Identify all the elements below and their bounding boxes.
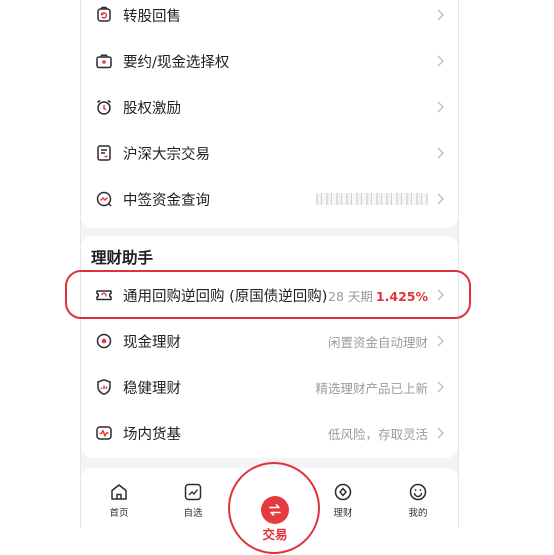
- tab-label: 我的: [408, 508, 428, 519]
- repo-rate: 1.425%: [375, 288, 428, 304]
- tab-trade-label: 交易: [262, 527, 288, 542]
- menu-item-hint: 低风险，存取灵活: [327, 426, 428, 442]
- menu-item-label: 沪深大宗交易: [123, 146, 210, 163]
- home-icon: [111, 484, 127, 500]
- menu-item-reverse-repo[interactable]: 通用回购逆回购 (原国债逆回购) 28 天期 1.425%: [81, 272, 458, 318]
- tab-label: 首页: [109, 508, 129, 519]
- menu-item-hint: 精选理财产品已上新: [315, 380, 428, 396]
- briefcase-icon: [95, 52, 113, 70]
- menu-item-label: 稳健理财: [123, 380, 181, 397]
- menu-item-label: 股权激励: [123, 100, 181, 117]
- smile-icon: [409, 483, 427, 501]
- tab-label: 自选: [183, 508, 203, 519]
- swap-arrows-icon: [269, 504, 281, 516]
- tab-me[interactable]: 我的: [388, 482, 448, 519]
- ticket-icon: [95, 286, 113, 304]
- repo-term: 28 天期: [328, 288, 373, 304]
- phone-screen: 转股回售 要约/现金选择权 股权激励 沪深大宗交易 中签资金查询 理财助手 通用…: [80, 0, 459, 528]
- box-return-icon: [95, 6, 113, 24]
- menu-item-block-trade[interactable]: 沪深大宗交易: [81, 130, 458, 176]
- chevron-right-icon: [434, 8, 446, 22]
- tab-watchlist[interactable]: 自选: [163, 482, 223, 519]
- menu-item-allotment-funds-query[interactable]: 中签资金查询: [81, 176, 458, 222]
- menu-item-money-fund[interactable]: 场内货基 低风险，存取灵活: [81, 410, 458, 456]
- menu-item-cash-management[interactable]: 现金理财 闲置资金自动理财: [81, 318, 458, 364]
- target-icon: [95, 332, 113, 350]
- menu-item-stable-finance[interactable]: 稳健理财 精选理财产品已上新: [81, 364, 458, 410]
- tab-label: 理财: [333, 508, 353, 519]
- chart-search-icon: [95, 190, 113, 208]
- trade-menu-card: 转股回售 要约/现金选择权 股权激励 沪深大宗交易 中签资金查询: [81, 0, 458, 228]
- chevron-right-icon: [434, 380, 446, 394]
- menu-item-label: 现金理财: [123, 334, 181, 351]
- trend-chart-icon: [184, 483, 202, 501]
- chevron-right-icon: [434, 146, 446, 160]
- chevron-right-icon: [434, 288, 446, 302]
- pulse-icon: [95, 424, 113, 442]
- repo-rate-info: 28 天期 1.425%: [328, 286, 428, 305]
- menu-item-label: 通用回购逆回购 (原国债逆回购): [123, 288, 328, 305]
- tab-finance[interactable]: 理财: [313, 482, 373, 519]
- chevron-right-icon: [434, 192, 446, 206]
- tab-trade[interactable]: [261, 496, 289, 524]
- chevron-right-icon: [434, 100, 446, 114]
- chevron-right-icon: [434, 426, 446, 440]
- chevron-right-icon: [434, 334, 446, 348]
- menu-item-label: 要约/现金选择权: [123, 54, 230, 71]
- shield-chart-icon: [95, 378, 113, 396]
- menu-item-label: 场内货基: [123, 426, 181, 443]
- tab-home[interactable]: 首页: [89, 482, 149, 519]
- masked-value: [316, 193, 428, 205]
- menu-item-equity-incentive[interactable]: 股权激励: [81, 84, 458, 130]
- diamond-icon: [334, 483, 352, 501]
- alarm-clock-icon: [95, 98, 113, 116]
- menu-item-hint: 闲置资金自动理财: [327, 334, 428, 350]
- document-icon: [95, 144, 113, 162]
- menu-item-convertible-resale[interactable]: 转股回售: [81, 0, 458, 38]
- chevron-right-icon: [434, 54, 446, 68]
- finance-section-title: 理财助手: [91, 249, 154, 267]
- menu-item-label: 转股回售: [123, 8, 181, 25]
- menu-item-tender-offer[interactable]: 要约/现金选择权: [81, 38, 458, 84]
- menu-item-label: 中签资金查询: [123, 192, 210, 209]
